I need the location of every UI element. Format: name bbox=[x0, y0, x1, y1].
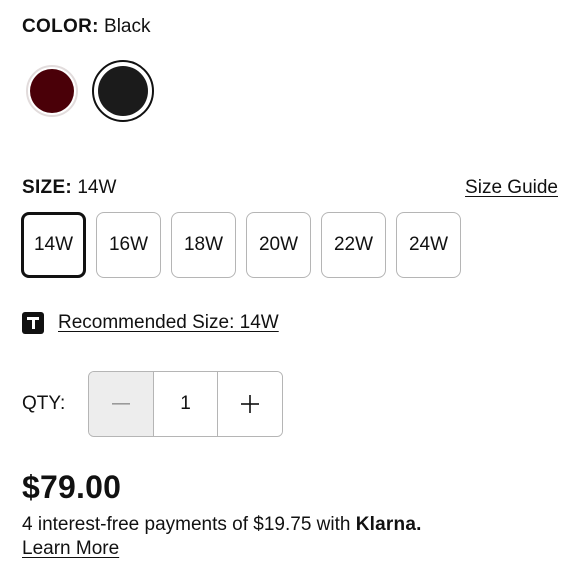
color-swatch-burgundy[interactable] bbox=[26, 65, 78, 117]
quantity-stepper: 1 bbox=[88, 371, 283, 437]
recommended-size-row: Recommended Size: 14W bbox=[22, 311, 279, 335]
minus-icon bbox=[111, 403, 130, 405]
color-swatch-black[interactable] bbox=[92, 60, 154, 122]
size-option-20w[interactable]: 20W bbox=[246, 212, 311, 278]
color-label-key: COLOR: bbox=[22, 16, 99, 37]
size-label-key: SIZE: bbox=[22, 177, 73, 198]
color-label: COLOR: Black bbox=[22, 14, 150, 40]
quantity-decrement-button[interactable] bbox=[89, 372, 153, 436]
quantity-value[interactable]: 1 bbox=[152, 372, 218, 436]
size-option-22w[interactable]: 22W bbox=[321, 212, 386, 278]
size-options: 14W 16W 18W 20W 22W 24W bbox=[21, 212, 461, 278]
size-option-16w[interactable]: 16W bbox=[96, 212, 161, 278]
klarna-installments-text: 4 interest-free payments of $19.75 with bbox=[22, 514, 351, 535]
selected-size-value: 14W bbox=[77, 177, 117, 198]
recommended-size-link[interactable]: Recommended Size: 14W bbox=[58, 311, 279, 335]
product-price: $79.00 bbox=[22, 469, 122, 505]
size-option-14w[interactable]: 14W bbox=[21, 212, 86, 278]
quantity-label: QTY: bbox=[22, 393, 66, 414]
product-options-panel: COLOR: Black SIZE: 14W Size Guide 14W 16… bbox=[0, 0, 580, 580]
color-swatch-fill bbox=[30, 69, 74, 113]
learn-more-link[interactable]: Learn More bbox=[22, 537, 119, 561]
klarna-logo: Klarna. bbox=[355, 514, 422, 535]
size-option-18w[interactable]: 18W bbox=[171, 212, 236, 278]
plus-icon bbox=[241, 395, 260, 413]
selected-color-name: Black bbox=[104, 16, 151, 37]
quantity-increment-button[interactable] bbox=[217, 372, 282, 436]
color-swatch-fill bbox=[98, 66, 148, 116]
t-logo-icon bbox=[22, 312, 44, 334]
size-option-24w[interactable]: 24W bbox=[396, 212, 461, 278]
size-guide-link[interactable]: Size Guide bbox=[465, 175, 558, 201]
klarna-installments: 4 interest-free payments of $19.75 with … bbox=[22, 513, 422, 537]
size-label: SIZE: 14W bbox=[22, 175, 116, 201]
